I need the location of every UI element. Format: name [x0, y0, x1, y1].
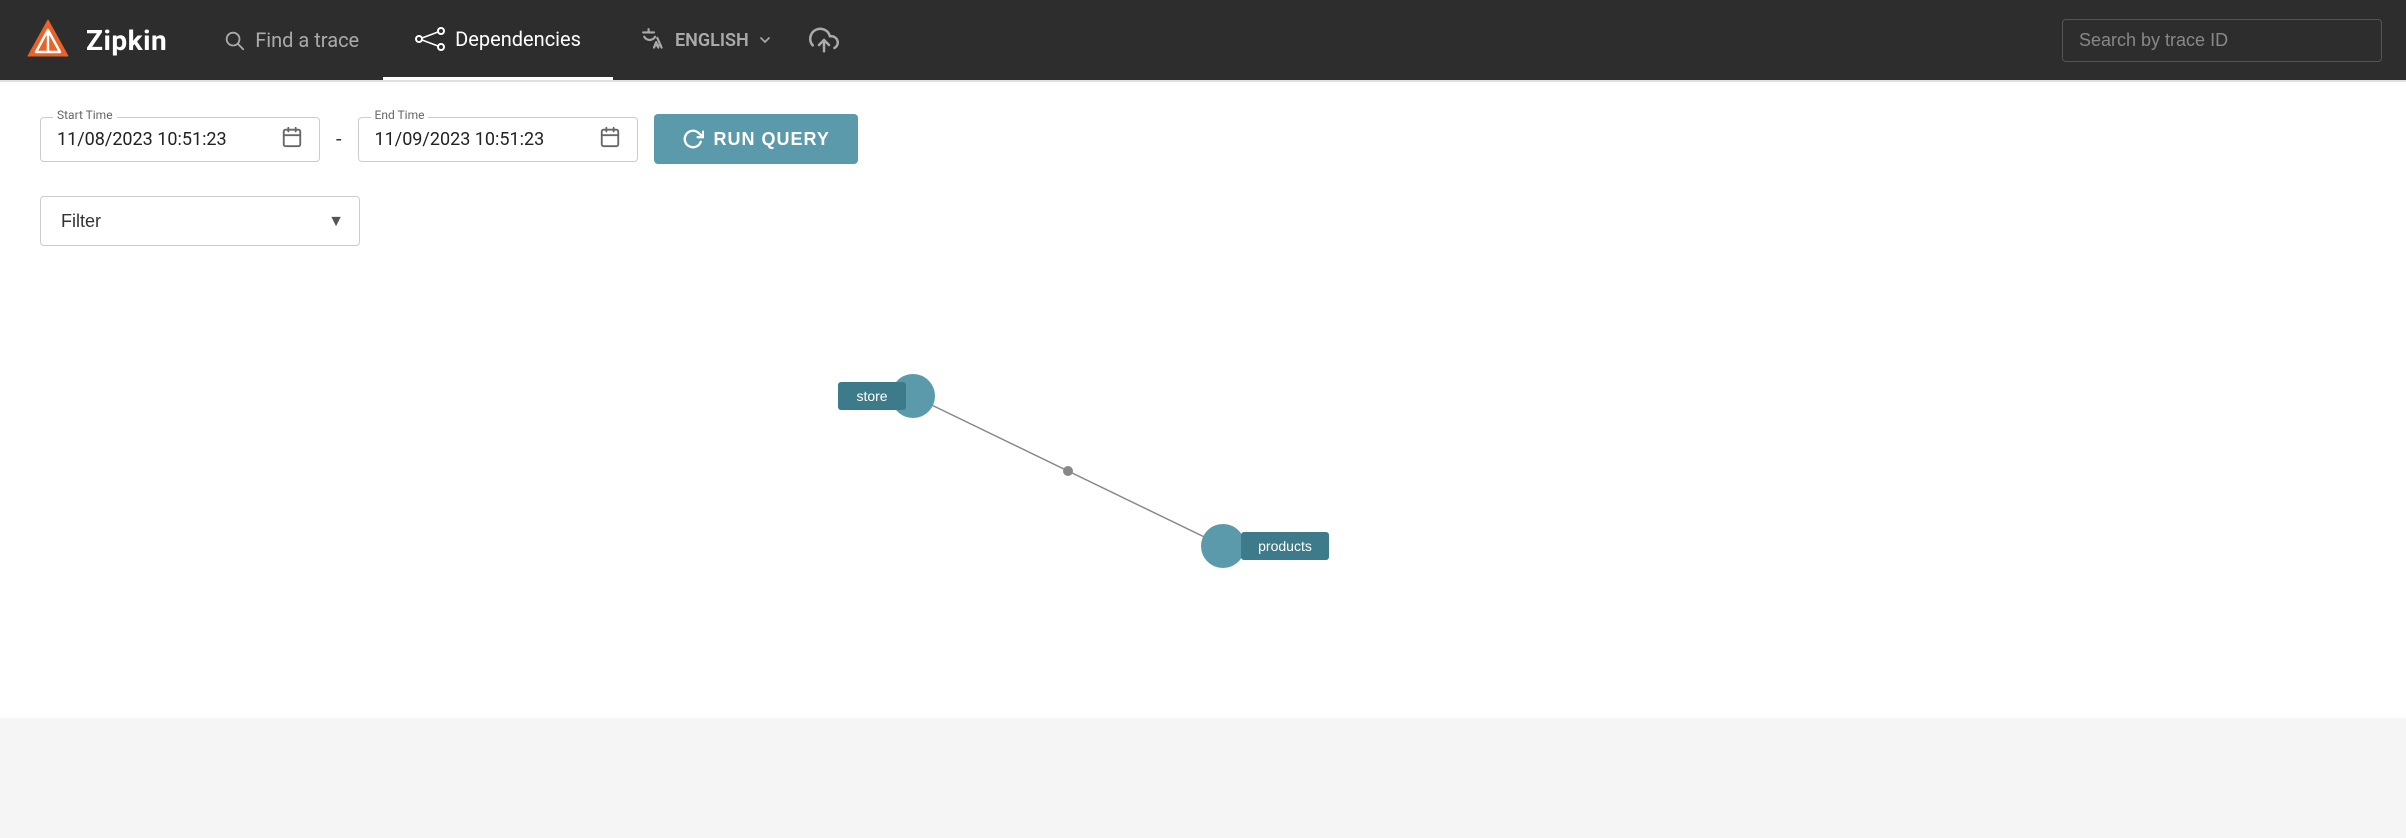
date-separator: - [336, 127, 342, 151]
run-query-button[interactable]: RUN QUERY [654, 114, 858, 164]
find-trace-label: Find a trace [255, 28, 359, 52]
end-time-calendar-icon[interactable] [599, 126, 621, 153]
filter-select-wrapper[interactable]: Filter ▼ [40, 196, 360, 246]
start-time-calendar-icon[interactable] [281, 126, 303, 153]
logo-area: Zipkin [24, 16, 167, 64]
nav-upload[interactable] [793, 0, 855, 80]
nav-dependencies[interactable]: Dependencies [383, 0, 613, 80]
zipkin-logo-icon [24, 16, 72, 64]
nav-language[interactable]: ENGLISH [621, 0, 793, 80]
main-content: Start Time 11/08/2023 10:51:23 - End Tim… [0, 82, 2406, 718]
refresh-icon [682, 128, 704, 150]
products-node[interactable] [1201, 524, 1245, 568]
run-query-label: RUN QUERY [714, 129, 830, 150]
start-time-value: 11/08/2023 10:51:23 [57, 129, 227, 150]
dependency-graph: store products [40, 286, 2366, 686]
app-title: Zipkin [86, 24, 167, 57]
end-time-label: End Time [371, 108, 429, 122]
end-time-field[interactable]: End Time 11/09/2023 10:51:23 [358, 117, 638, 162]
search-icon [223, 29, 245, 51]
products-label-text: products [1258, 538, 1312, 554]
upload-icon [809, 25, 839, 55]
filter-select[interactable]: Filter [40, 196, 360, 246]
midpoint-dot [1063, 466, 1073, 476]
filter-row: Filter ▼ [40, 196, 2366, 246]
store-label-text: store [856, 388, 887, 404]
nav-find-trace[interactable]: Find a trace [199, 0, 383, 80]
app-header: Zipkin Find a trace Dependencies ENGLISH [0, 0, 2406, 80]
dependency-graph-svg: store products [40, 286, 2366, 686]
end-time-value: 11/09/2023 10:51:23 [375, 129, 545, 150]
translate-icon [641, 27, 667, 53]
date-query-row: Start Time 11/08/2023 10:51:23 - End Tim… [40, 114, 2366, 164]
chevron-down-icon [757, 32, 773, 48]
search-trace-id-input[interactable] [2062, 19, 2382, 62]
language-label: ENGLISH [675, 30, 749, 51]
start-time-field[interactable]: Start Time 11/08/2023 10:51:23 [40, 117, 320, 162]
dependencies-icon [415, 26, 445, 52]
dependencies-label: Dependencies [455, 27, 581, 51]
start-time-label: Start Time [53, 108, 117, 122]
